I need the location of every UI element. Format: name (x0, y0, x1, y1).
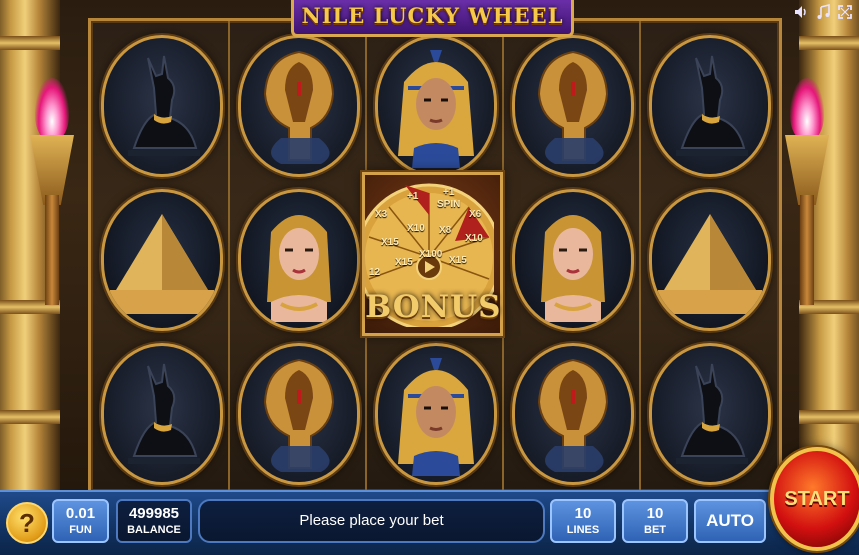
cobra-icon (537, 50, 609, 164)
coin-value-button[interactable]: 0.01 FUN (52, 499, 109, 543)
wheel-segment: X10 (407, 223, 425, 234)
torch-handle (800, 195, 814, 305)
bet-value: 10 (646, 505, 664, 522)
auto-button[interactable]: AUTO (694, 499, 766, 543)
game-stage: +1 +1 SPIN X3 X6 X15 X10 X8 X10 X15 X100… (0, 0, 859, 490)
pharaoh-icon (398, 358, 474, 476)
symbol-pyramid (649, 189, 771, 331)
cobra-icon (537, 358, 609, 472)
symbol-cobra (238, 35, 360, 177)
balance-display: 499985 BALANCE (116, 499, 192, 543)
wheel-segment: X15 (395, 257, 413, 268)
wheel-segment: X6 (469, 209, 482, 220)
torch-flame-icon (35, 78, 69, 140)
symbol-anubis (649, 343, 771, 485)
music-icon[interactable] (815, 4, 831, 20)
symbol-cobra (238, 343, 360, 485)
pillar-band (799, 410, 859, 424)
wheel-segment: X3 (375, 209, 388, 220)
wheel-segment: +1 (407, 191, 419, 202)
start-button[interactable]: START (770, 447, 859, 551)
wheel-segment: X8 (439, 225, 452, 236)
anubis-icon (128, 55, 200, 156)
wheel-segment: X100 (419, 249, 443, 260)
symbol-pharaoh (375, 35, 497, 177)
symbol-cleopatra (238, 189, 360, 331)
reel-5 (639, 21, 776, 490)
pyramid-icon (658, 214, 762, 314)
symbol-bonus-wheel: +1 +1 SPIN X3 X6 X15 X10 X8 X10 X15 X100… (362, 172, 503, 336)
pyramid-icon (110, 214, 214, 314)
reel-4 (502, 21, 641, 490)
pillar-band (799, 36, 859, 50)
wheel-segment: 12 (369, 267, 381, 278)
symbol-anubis (101, 343, 223, 485)
symbol-anubis (101, 35, 223, 177)
pillar-band (0, 36, 60, 50)
cleopatra-icon (541, 215, 605, 322)
wheel-segment: X10 (465, 233, 483, 244)
reel-2 (228, 21, 367, 490)
cleopatra-icon (267, 215, 331, 322)
anubis-icon (676, 363, 748, 464)
symbol-cleopatra (512, 189, 634, 331)
pillar-band (0, 410, 60, 424)
symbol-anubis (649, 35, 771, 177)
coin-value: 0.01 (65, 505, 96, 522)
fullscreen-icon[interactable] (837, 4, 853, 20)
wheel-segment: X15 (449, 255, 467, 266)
anubis-icon (676, 55, 748, 156)
lines-button[interactable]: 10 LINES (550, 499, 616, 543)
bet-label: BET (644, 524, 666, 536)
anubis-icon (128, 363, 200, 464)
game-title: NILE LUCKY WHEEL (291, 0, 574, 37)
symbol-cobra (512, 343, 634, 485)
wheel-segment: +1 (443, 187, 455, 198)
cobra-icon (263, 358, 335, 472)
bonus-label: BONUS (365, 289, 502, 325)
balance-label: BALANCE (127, 524, 181, 536)
pharaoh-icon (398, 50, 474, 168)
coin-label: FUN (69, 524, 92, 536)
help-button[interactable]: ? (6, 502, 48, 544)
top-toolbar (793, 4, 853, 20)
torch-flame-icon (790, 78, 824, 140)
balance-value: 499985 (128, 505, 180, 522)
bet-button[interactable]: 10 BET (622, 499, 688, 543)
torch-handle (45, 195, 59, 305)
symbol-cobra (512, 35, 634, 177)
symbol-pharaoh (375, 343, 497, 485)
wheel-segment: X15 (381, 237, 399, 248)
volume-icon[interactable] (793, 4, 809, 20)
cobra-icon (263, 50, 335, 164)
lines-value: 10 (574, 505, 592, 522)
reel-1 (91, 21, 230, 490)
symbol-pyramid (101, 189, 223, 331)
status-message: Please place your bet (198, 499, 545, 543)
lines-label: LINES (566, 524, 600, 536)
wheel-segment: SPIN (437, 199, 461, 210)
